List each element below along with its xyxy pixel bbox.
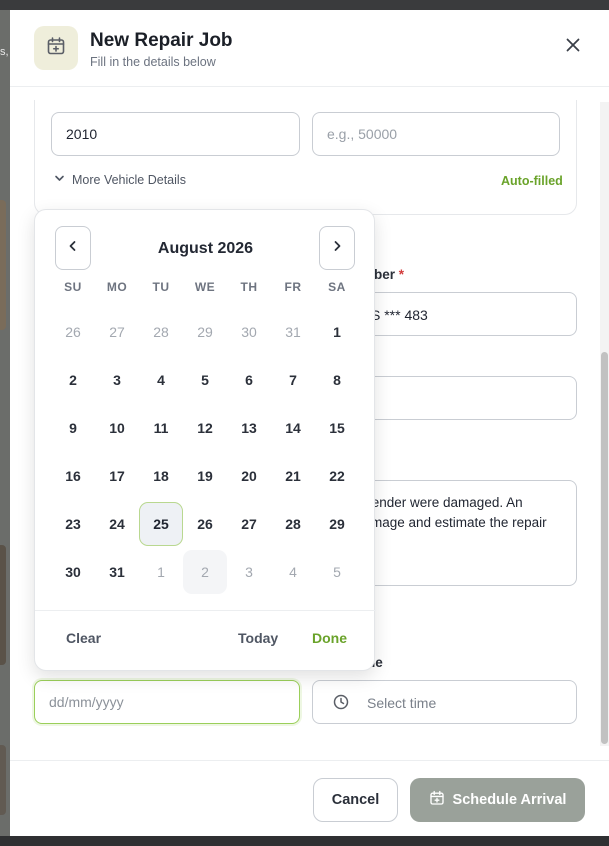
- weekday-label: WE: [194, 280, 216, 294]
- weekday-label: FR: [284, 280, 302, 294]
- weekday-label: TU: [152, 280, 170, 294]
- calendar-day[interactable]: 1: [139, 550, 183, 594]
- calendar-day[interactable]: 3: [95, 358, 139, 402]
- calendar-day[interactable]: 31: [95, 550, 139, 594]
- calendar-day[interactable]: 28: [271, 502, 315, 546]
- calendar-day[interactable]: 12: [183, 406, 227, 450]
- background-thumbnail: [0, 545, 6, 665]
- calendar-day[interactable]: 4: [271, 550, 315, 594]
- time-placeholder: Select time: [367, 695, 437, 711]
- calendar-day[interactable]: 26: [183, 502, 227, 546]
- schedule-arrival-button[interactable]: Schedule Arrival: [410, 778, 585, 822]
- chevron-down-icon: [54, 173, 65, 187]
- calendar-day[interactable]: 14: [271, 406, 315, 450]
- modal-header: New Repair Job Fill in the details below: [10, 10, 609, 87]
- calendar-day[interactable]: 3: [227, 550, 271, 594]
- weekday-label: SU: [64, 280, 82, 294]
- calendar-day[interactable]: 26: [51, 310, 95, 354]
- weekday-label: TH: [240, 280, 258, 294]
- new-repair-job-modal: New Repair Job Fill in the details below…: [10, 10, 609, 836]
- weekday-header: SU MO TU WE TH FR SA: [51, 280, 359, 294]
- calendar-days-grid: 26 27 28 29 30 31 1 2 3 4 5 6 7 8 9 10 11 12 13 14 15 16 17 18 1…: [51, 308, 359, 596]
- calendar-day[interactable]: 5: [183, 358, 227, 402]
- header-icon-container: [34, 26, 78, 70]
- mileage-input[interactable]: [312, 112, 560, 156]
- calendar-day[interactable]: 5: [315, 550, 359, 594]
- cancel-button[interactable]: Cancel: [313, 778, 398, 822]
- background-thumbnail: [0, 745, 6, 815]
- background-thumbnail: [0, 200, 6, 330]
- required-mark: *: [398, 267, 405, 282]
- calendar-day[interactable]: 1: [315, 310, 359, 354]
- auto-filled-badge: Auto-filled: [501, 174, 563, 188]
- window-top-bar: [0, 0, 609, 10]
- more-vehicle-details-label: More Vehicle Details: [72, 173, 186, 187]
- calendar-day[interactable]: 2: [51, 358, 95, 402]
- arrival-time-picker[interactable]: Select time: [312, 680, 577, 724]
- clear-date-button[interactable]: Clear: [66, 630, 101, 646]
- calendar-day[interactable]: 20: [227, 454, 271, 498]
- arrival-date-input[interactable]: [34, 680, 300, 724]
- calendar-plus-icon: [429, 790, 445, 810]
- calendar-day[interactable]: 29: [315, 502, 359, 546]
- calendar-day-selected[interactable]: 25: [139, 502, 183, 546]
- calendar-day[interactable]: 19: [183, 454, 227, 498]
- calendar-day[interactable]: 6: [227, 358, 271, 402]
- calendar-day[interactable]: 23: [51, 502, 95, 546]
- weekday-label: MO: [106, 280, 128, 294]
- description-line: fender were damaged. An: [368, 495, 523, 510]
- schedule-arrival-label: Schedule Arrival: [452, 792, 567, 808]
- registration-value: S *** 483: [371, 307, 428, 323]
- clock-icon: [333, 694, 349, 715]
- close-icon: [565, 37, 581, 58]
- weekday-label: SA: [328, 280, 346, 294]
- calendar-day[interactable]: 18: [139, 454, 183, 498]
- calendar-day[interactable]: 8: [315, 358, 359, 402]
- calendar-day[interactable]: 11: [139, 406, 183, 450]
- today-button[interactable]: Today: [238, 630, 278, 646]
- calendar-day[interactable]: 4: [139, 358, 183, 402]
- calendar-day[interactable]: 22: [315, 454, 359, 498]
- date-picker-popup: August 2026 SU MO TU WE TH FR SA 26 27 28 2…: [34, 209, 376, 672]
- calendar-day[interactable]: 16: [51, 454, 95, 498]
- calendar-day[interactable]: 31: [271, 310, 315, 354]
- modal-subtitle: Fill in the details below: [90, 55, 216, 69]
- calendar-day[interactable]: 27: [95, 310, 139, 354]
- calendar-day[interactable]: 7: [271, 358, 315, 402]
- done-button[interactable]: Done: [312, 630, 347, 646]
- calendar-day[interactable]: 9: [51, 406, 95, 450]
- vehicle-year-input[interactable]: [51, 112, 300, 156]
- calendar-day[interactable]: 10: [95, 406, 139, 450]
- chevron-right-icon: [331, 239, 343, 257]
- calendar-day[interactable]: 2: [183, 550, 227, 594]
- calendar-day[interactable]: 27: [227, 502, 271, 546]
- calendar-day[interactable]: 24: [95, 502, 139, 546]
- description-line: mage and estimate the repair: [371, 515, 547, 530]
- close-button[interactable]: [562, 36, 584, 58]
- calendar-day[interactable]: 30: [51, 550, 95, 594]
- scrollbar-thumb[interactable]: [601, 352, 608, 744]
- calendar-footer: Clear Today Done: [35, 610, 376, 672]
- calendar-day[interactable]: 13: [227, 406, 271, 450]
- calendar-day[interactable]: 29: [183, 310, 227, 354]
- window-bottom-bar: [0, 836, 609, 846]
- background-page: s,: [0, 10, 10, 836]
- calendar-day[interactable]: 17: [95, 454, 139, 498]
- calendar-day[interactable]: 30: [227, 310, 271, 354]
- next-month-button[interactable]: [319, 226, 355, 270]
- more-vehicle-details-toggle[interactable]: More Vehicle Details: [54, 173, 186, 187]
- modal-footer: Cancel Schedule Arrival: [10, 760, 609, 836]
- calendar-day[interactable]: 28: [139, 310, 183, 354]
- calendar-day[interactable]: 15: [315, 406, 359, 450]
- background-text: s,: [0, 46, 9, 58]
- calendar-plus-icon: [46, 36, 66, 61]
- modal-title: New Repair Job: [90, 30, 233, 51]
- calendar-day[interactable]: 21: [271, 454, 315, 498]
